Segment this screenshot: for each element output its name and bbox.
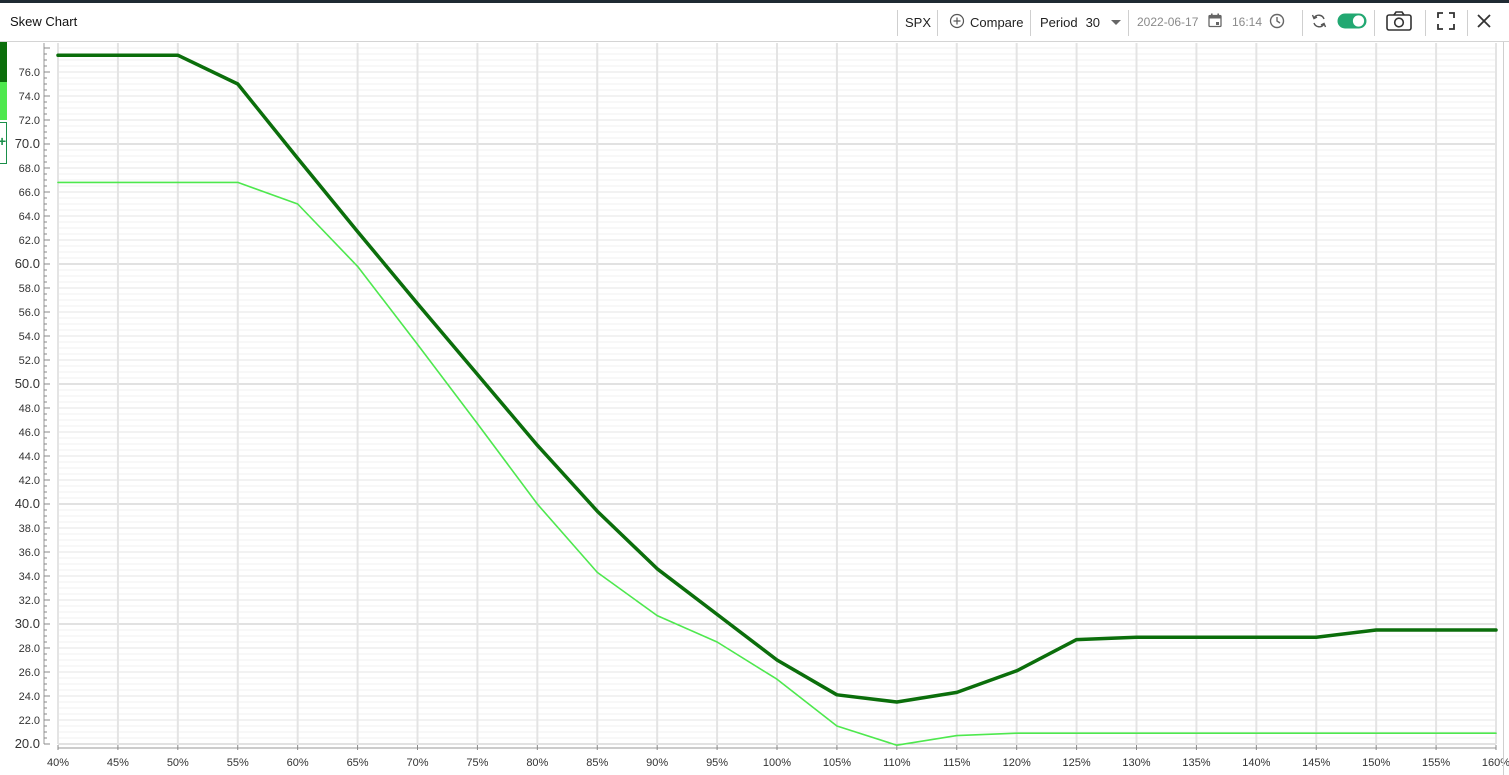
x-tick-label: 60% bbox=[287, 757, 309, 769]
x-tick-label: 155% bbox=[1422, 757, 1450, 769]
y-tick-label: 24.0 bbox=[19, 691, 40, 703]
y-tick-label: 42.0 bbox=[19, 475, 40, 487]
x-tick-label: 80% bbox=[526, 757, 548, 769]
x-tick-label: 70% bbox=[406, 757, 428, 769]
x-tick-label: 105% bbox=[823, 757, 851, 769]
chart-right-border bbox=[1503, 42, 1504, 775]
y-tick-label: 58.0 bbox=[19, 283, 40, 295]
y-tick-label: 56.0 bbox=[19, 307, 40, 319]
y-tick-label: 66.0 bbox=[19, 187, 40, 199]
x-tick-label: 55% bbox=[227, 757, 249, 769]
x-tick-label: 40% bbox=[47, 757, 69, 769]
x-tick-label: 115% bbox=[943, 757, 971, 769]
x-tick-label: 125% bbox=[1063, 757, 1091, 769]
y-tick-label: 20.0 bbox=[15, 736, 40, 751]
x-tick-label: 145% bbox=[1302, 757, 1330, 769]
x-tick-label: 75% bbox=[466, 757, 488, 769]
y-tick-label: 72.0 bbox=[19, 115, 40, 127]
x-tick-label: 90% bbox=[646, 757, 668, 769]
x-tick-label: 100% bbox=[763, 757, 791, 769]
x-tick-label: 50% bbox=[167, 757, 189, 769]
y-tick-label: 52.0 bbox=[19, 355, 40, 367]
x-tick-label: 150% bbox=[1362, 757, 1390, 769]
x-tick-label: 160% bbox=[1482, 757, 1509, 769]
y-tick-label: 60.0 bbox=[15, 256, 40, 271]
y-tick-label: 32.0 bbox=[19, 595, 40, 607]
y-tick-label: 40.0 bbox=[15, 496, 40, 511]
y-tick-label: 50.0 bbox=[15, 376, 40, 391]
y-tick-label: 30.0 bbox=[15, 616, 40, 631]
skew-chart: 20.0 22.0 24.0 26.0 28.0 30.0 32.0 34.0 36.0 38.0… bbox=[15, 43, 1509, 769]
y-tick-label: 36.0 bbox=[19, 547, 40, 559]
y-tick-label: 70.0 bbox=[15, 136, 40, 151]
x-tick-label: 135% bbox=[1182, 757, 1210, 769]
y-tick-label: 44.0 bbox=[19, 451, 40, 463]
y-tick-label: 54.0 bbox=[19, 331, 40, 343]
y-tick-label: 38.0 bbox=[19, 523, 40, 535]
y-tick-label: 28.0 bbox=[19, 643, 40, 655]
y-tick-label: 22.0 bbox=[19, 715, 40, 727]
y-tick-label: 46.0 bbox=[19, 427, 40, 439]
x-tick-label: 140% bbox=[1242, 757, 1270, 769]
x-tick-label: 85% bbox=[586, 757, 608, 769]
y-tick-label: 64.0 bbox=[19, 211, 40, 223]
x-tick-label: 95% bbox=[706, 757, 728, 769]
y-tick-label: 62.0 bbox=[19, 235, 40, 247]
x-tick-label: 45% bbox=[107, 757, 129, 769]
y-tick-label: 48.0 bbox=[19, 403, 40, 415]
x-tick-label: 110% bbox=[883, 757, 911, 769]
x-tick-label: 130% bbox=[1122, 757, 1150, 769]
x-tick-label: 65% bbox=[347, 757, 369, 769]
y-tick-label: 76.0 bbox=[19, 67, 40, 79]
y-tick-label: 68.0 bbox=[19, 163, 40, 175]
y-tick-label: 34.0 bbox=[19, 571, 40, 583]
y-tick-label: 26.0 bbox=[19, 667, 40, 679]
y-tick-label: 74.0 bbox=[19, 91, 40, 103]
x-tick-label: 120% bbox=[1003, 757, 1031, 769]
